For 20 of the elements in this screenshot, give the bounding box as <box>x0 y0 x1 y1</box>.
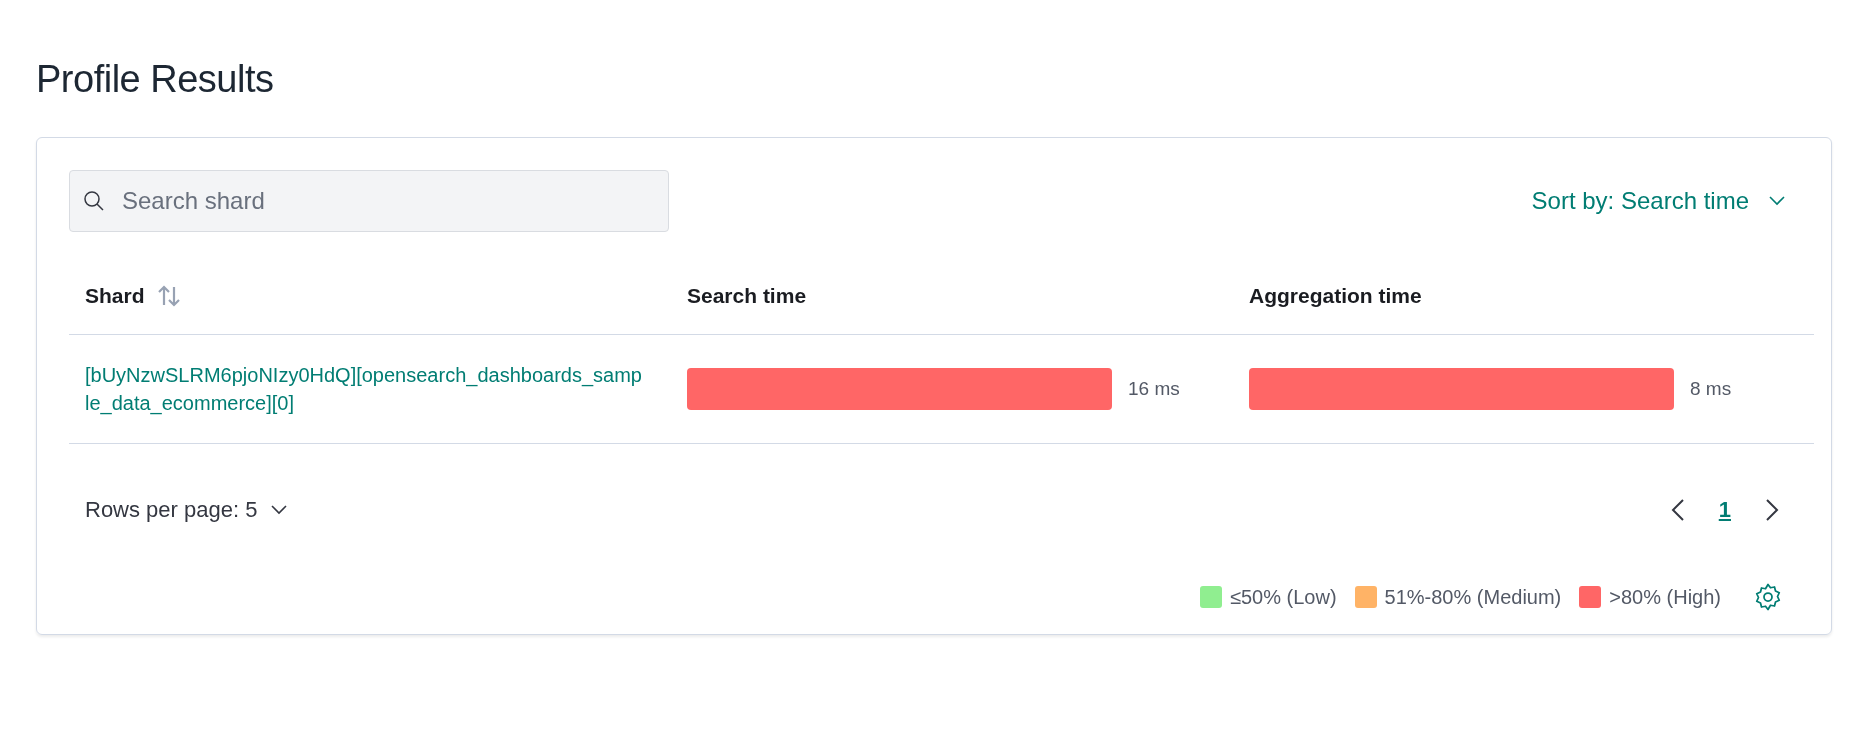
sort-dropdown[interactable]: Sort by: Search time <box>1531 187 1799 215</box>
shard-link[interactable]: [bUyNzwSLRM6pjoNIzy0HdQ][opensearch_dashboards_sample_data_ecommerce][0] <box>85 361 645 417</box>
sort-icon[interactable] <box>156 284 181 308</box>
chevron-left-icon <box>1670 498 1685 522</box>
column-header: Aggregation time <box>1249 284 1422 308</box>
chevron-down-icon <box>271 505 288 515</box>
time-reading: 16 ms <box>1128 378 1180 400</box>
column-header: Search time <box>687 284 807 308</box>
time-reading: 8 ms <box>1690 378 1732 400</box>
legend-label: >80% (High) <box>1609 585 1721 609</box>
column-header[interactable]: Shard <box>85 284 145 308</box>
settings-icon[interactable] <box>1753 582 1783 612</box>
rows-per-page-dropdown[interactable]: Rows per page: 5 <box>85 497 288 523</box>
page-number[interactable]: 1 <box>1710 497 1739 523</box>
page-title: Profile Results <box>36 58 274 101</box>
chevron-right-icon <box>1765 498 1779 522</box>
search-field[interactable]: Search shard <box>69 170 669 232</box>
legend-label: ≤50% (Low) <box>1229 585 1337 609</box>
legend-label: 51%-80% (Medium) <box>1384 585 1562 609</box>
chevron-down-icon <box>1769 196 1785 206</box>
